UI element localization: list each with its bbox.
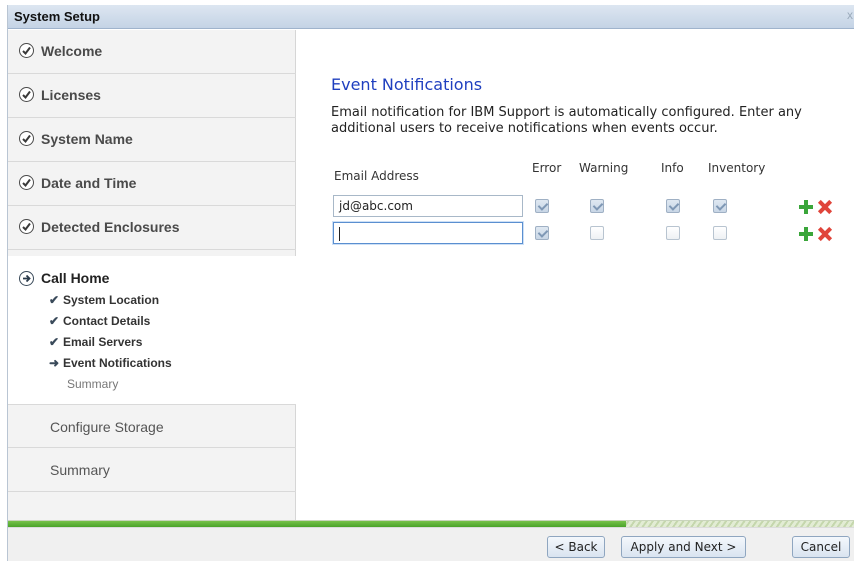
x-icon[interactable]: [818, 200, 832, 214]
page-title: Event Notifications: [331, 75, 483, 94]
back-button[interactable]: < Back: [547, 536, 605, 558]
step-label: Licenses: [41, 87, 101, 103]
wizard-sidebar: Welcome Licenses System Name Date and Ti…: [8, 30, 296, 520]
inventory-checkbox[interactable]: [713, 199, 727, 213]
step-welcome[interactable]: Welcome: [8, 30, 296, 74]
substep-event-notifications: ➜ Event Notifications: [49, 356, 172, 370]
x-icon[interactable]: [818, 227, 832, 241]
title-bar: System Setup x: [8, 5, 854, 29]
arrow-circle-icon: [19, 271, 34, 286]
step-system-name[interactable]: System Name: [8, 118, 296, 162]
step-label: Call Home: [41, 270, 110, 286]
plus-icon[interactable]: [799, 200, 813, 214]
step-label: Configure Storage: [50, 419, 164, 435]
window-title: System Setup: [14, 9, 100, 24]
text-caret: [339, 226, 340, 241]
check-circle-icon: [19, 131, 34, 146]
step-licenses[interactable]: Licenses: [8, 74, 296, 118]
column-header-email: Email Address: [334, 169, 419, 183]
check-circle-icon: [19, 175, 34, 190]
step-label: System Name: [41, 131, 133, 147]
email-field[interactable]: [333, 222, 523, 244]
column-header-info: Info: [661, 161, 684, 175]
wizard-progress-bar: [8, 520, 854, 527]
error-checkbox[interactable]: [535, 226, 549, 240]
step-label: Welcome: [41, 43, 103, 59]
substep-email-servers: ✔ Email Servers: [49, 335, 143, 349]
close-icon[interactable]: x: [847, 8, 853, 22]
step-configure-storage: Configure Storage: [8, 404, 296, 448]
column-header-inventory: Inventory: [708, 161, 766, 175]
footer-bar: < Back Apply and Next > Cancel: [8, 527, 854, 561]
info-checkbox[interactable]: [666, 226, 680, 240]
system-setup-window: System Setup x Welcome Licenses System N…: [7, 5, 854, 561]
cancel-button[interactable]: Cancel: [792, 536, 850, 558]
step-label: Detected Enclosures: [41, 219, 180, 235]
checkmark-icon: ✔: [49, 293, 60, 307]
step-label: Date and Time: [41, 175, 137, 191]
checkmark-icon: ✔: [49, 314, 60, 328]
checkmark-icon: ✔: [49, 335, 60, 349]
warning-checkbox[interactable]: [590, 199, 604, 213]
main-content: Event Notifications Email notification f…: [297, 30, 854, 520]
arrow-right-icon: ➜: [49, 356, 60, 370]
page-description: Email notification for IBM Support is au…: [331, 105, 802, 136]
column-header-warning: Warning: [579, 161, 629, 175]
step-date-and-time[interactable]: Date and Time: [8, 162, 296, 206]
info-checkbox[interactable]: [666, 199, 680, 213]
check-circle-icon: [19, 219, 34, 234]
step-summary: Summary: [8, 448, 296, 492]
error-checkbox[interactable]: [535, 199, 549, 213]
column-header-error: Error: [532, 161, 562, 175]
substep-system-location: ✔ System Location: [49, 293, 160, 307]
step-label: Summary: [50, 462, 110, 478]
check-circle-icon: [19, 43, 34, 58]
substep-summary: Summary: [67, 377, 119, 391]
email-field[interactable]: jd@abc.com: [333, 195, 523, 217]
check-circle-icon: [19, 87, 34, 102]
apply-and-next-button[interactable]: Apply and Next >: [621, 536, 746, 558]
plus-icon[interactable]: [799, 227, 813, 241]
substep-contact-details: ✔ Contact Details: [49, 314, 151, 328]
warning-checkbox[interactable]: [590, 226, 604, 240]
step-call-home: Call Home ✔ System Location ✔ Contact Deta…: [8, 256, 296, 404]
step-detected-enclosures[interactable]: Detected Enclosures: [8, 206, 296, 250]
inventory-checkbox[interactable]: [713, 226, 727, 240]
